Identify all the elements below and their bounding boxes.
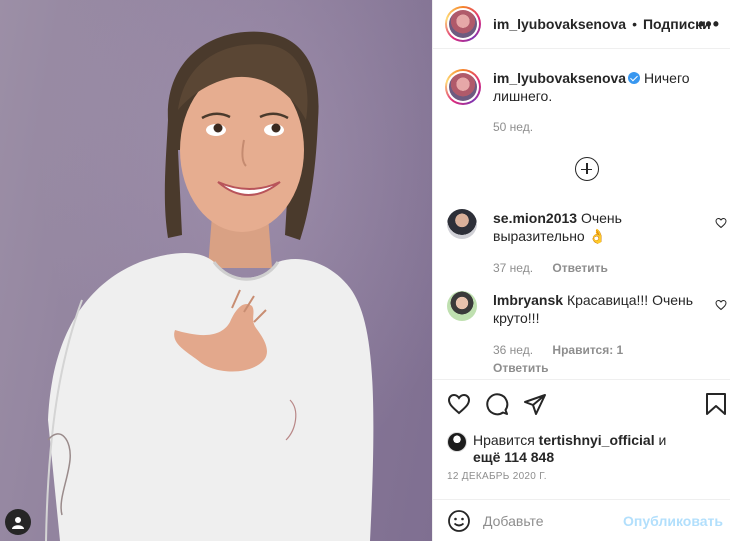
reply-button[interactable]: Ответить [552, 261, 607, 275]
verified-badge-icon [628, 72, 641, 84]
add-comment-bar: Добавьте Опубликовать [433, 499, 730, 541]
like-comment-heart-icon[interactable] [715, 217, 727, 229]
comment-username[interactable]: se.mion2013 [493, 210, 577, 226]
post-sidebar: im_lyubovaksenova • Подписки ••• im_lyub… [432, 0, 730, 541]
comment-likes-count[interactable]: Нравится: 1 [552, 343, 623, 357]
likes-prefix: Нравится [473, 432, 535, 448]
caption-avatar[interactable] [445, 69, 481, 105]
caption: im_lyubovaksenova Ничего лишнего. [445, 69, 693, 105]
author-avatar[interactable] [445, 6, 481, 42]
author-username[interactable]: im_lyubovaksenova [493, 16, 626, 32]
separator-dot: • [632, 16, 637, 32]
likes-summary: Нравится tertishnyi_official и ещё 114 8… [447, 432, 666, 466]
comment-item: lmbryansk Красавица!!! Очень круто!!! 36… [447, 291, 703, 377]
publish-button[interactable]: Опубликовать [623, 513, 723, 529]
like-comment-heart-icon[interactable] [715, 299, 727, 311]
caption-time[interactable]: 50 нед. [493, 120, 533, 134]
likes-count[interactable]: ещё 114 848 [473, 449, 554, 465]
post-actions: Нравится tertishnyi_official и ещё 114 8… [433, 379, 730, 499]
share-icon[interactable] [523, 392, 547, 416]
post-header: im_lyubovaksenova • Подписки ••• [433, 0, 730, 49]
comment-time[interactable]: 37 нед. [493, 261, 533, 275]
comment-icon[interactable] [485, 392, 509, 416]
likes-and: и [658, 432, 667, 448]
emoji-icon[interactable] [447, 509, 471, 533]
comment-item: se.mion2013 Очень выразительно 👌 37 нед.… [447, 209, 703, 277]
liker-username[interactable]: tertishnyi_official [539, 432, 655, 448]
photo-figure [45, 31, 374, 541]
liker-avatar[interactable] [447, 432, 467, 452]
caption-username[interactable]: im_lyubovaksenova [493, 70, 626, 86]
more-options-icon[interactable]: ••• [698, 14, 720, 35]
comment-username[interactable]: lmbryansk [493, 292, 563, 308]
comments-list[interactable]: im_lyubovaksenova Ничего лишнего. 50 нед… [433, 49, 730, 379]
post-photo[interactable] [0, 0, 432, 541]
comment-avatar[interactable] [447, 209, 477, 239]
load-more-comments-icon[interactable] [575, 157, 599, 181]
save-bookmark-icon[interactable] [705, 392, 727, 416]
tagged-user-icon[interactable] [5, 509, 31, 535]
post-date[interactable]: 12 ДЕКАБРЬ 2020 Г. [447, 471, 547, 482]
reply-button[interactable]: Ответить [493, 361, 548, 375]
like-heart-icon[interactable] [447, 392, 471, 416]
comment-time[interactable]: 36 нед. [493, 343, 533, 357]
comment-input[interactable]: Добавьте [483, 513, 544, 529]
comment-avatar[interactable] [447, 291, 477, 321]
